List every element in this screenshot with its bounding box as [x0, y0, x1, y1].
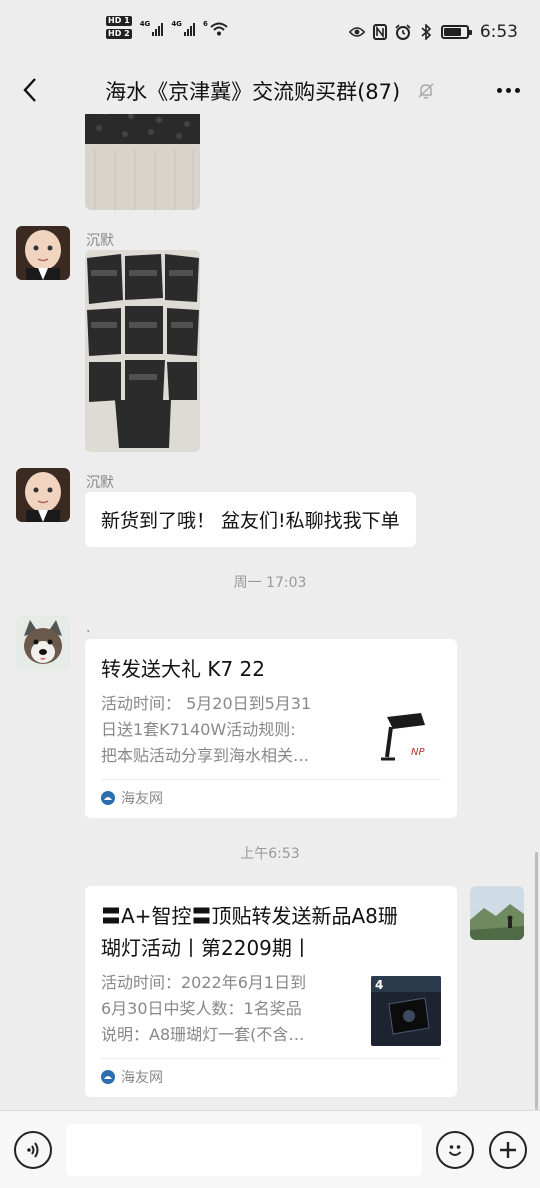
card-title-line: 瑚灯活动丨第2209期丨: [101, 936, 312, 960]
link-card[interactable]: 〓A+智控〓顶贴转发送新品A8珊 瑚灯活动丨第2209期丨 活动时间：2022年…: [85, 886, 457, 1097]
mountain-avatar-icon: [470, 886, 524, 940]
bluetooth-icon: [418, 24, 434, 40]
status-bar: HD 1 HD 2 4G 4G 6 6:53: [0, 0, 540, 66]
avatar[interactable]: [16, 226, 70, 280]
sender-name: 沉默: [86, 233, 114, 249]
chat-messages[interactable]: 沉默 沉默 新货到了哦！ 盆友们!私聊找我下单 周一 17:03 . 转发送大礼…: [0, 114, 540, 1110]
plus-icon[interactable]: [489, 1131, 527, 1169]
card-title-line: 〓A+智控〓顶贴转发送新品A8珊: [101, 904, 398, 928]
message-input[interactable]: [66, 1124, 422, 1176]
input-bar: [0, 1110, 540, 1188]
status-time: 6:53: [479, 22, 518, 42]
card-desc-line: 6月30日中奖人数：1名奖品: [101, 999, 302, 1018]
more-dots-icon[interactable]: [492, 74, 524, 106]
wifi-icon: 6: [203, 20, 228, 36]
lamp-thumbnail-icon: NP: [371, 697, 441, 767]
card-desc-line: 活动时间：2022年6月1日到: [101, 973, 307, 992]
alarm-icon: [395, 24, 411, 40]
avatar[interactable]: [16, 616, 70, 670]
hd-badge-1: HD 1: [106, 16, 132, 26]
gravel-photo: [85, 114, 200, 210]
timestamp: 周一 17:03: [233, 575, 307, 591]
husky-avatar-icon: [16, 616, 70, 670]
haiyou-source-icon: [101, 791, 115, 805]
chat-header: 海水《京津冀》交流购买群(87): [0, 66, 540, 114]
link-card[interactable]: 转发送大礼 K7 22 活动时间： 5月20日到5月31 日送1套K7140W活…: [85, 639, 457, 818]
avatar[interactable]: [470, 886, 524, 940]
card-description: 活动时间： 5月20日到5月31 日送1套K7140W活动规则: 把本贴活动分享…: [101, 691, 355, 769]
sender-name: 沉默: [86, 475, 114, 491]
svg-text:4: 4: [375, 978, 383, 992]
chat-title-container[interactable]: 海水《京津冀》交流购买群(87): [60, 76, 480, 106]
card-title: 转发送大礼 K7 22: [101, 657, 266, 681]
signal-icon: 4G: [140, 20, 164, 36]
card-source: 海友网: [85, 780, 457, 818]
network-label-3: 6: [202, 19, 208, 28]
hd-badge-2: HD 2: [106, 29, 132, 39]
card-desc-line: 日送1套K7140W活动规则:: [101, 720, 296, 739]
baby-avatar-icon: [16, 226, 70, 280]
avatar[interactable]: [16, 468, 70, 522]
image-message-2[interactable]: [85, 250, 200, 452]
baby-avatar-icon: [16, 468, 70, 522]
card-desc-line: 说明：A8珊瑚灯一套(不含…: [101, 1025, 305, 1044]
card-body: 活动时间： 5月20日到5月31 日送1套K7140W活动规则: 把本贴活动分享…: [85, 685, 457, 779]
bell-off-icon: [417, 81, 435, 105]
card-description: 活动时间：2022年6月1日到 6月30日中奖人数：1名奖品 说明：A8珊瑚灯一…: [101, 970, 355, 1048]
svg-text:NP: NP: [411, 747, 425, 758]
card-source: 海友网: [85, 1059, 457, 1097]
back-arrow-icon[interactable]: [14, 74, 46, 106]
card-title: 〓A+智控〓顶贴转发送新品A8珊 瑚灯活动丨第2209期丨: [85, 886, 457, 964]
sender-name: .: [86, 620, 91, 636]
chat-title: 海水《京津冀》交流购买群(87): [105, 80, 401, 104]
card-desc-line: 把本贴活动分享到海水相关…: [101, 746, 310, 765]
haiyou-source-icon: [101, 1070, 115, 1084]
text-message[interactable]: 新货到了哦！ 盆友们!私聊找我下单: [85, 492, 416, 547]
timestamp: 上午6:53: [240, 846, 300, 862]
hd-badges: HD 1 HD 2: [106, 16, 132, 39]
eye-icon: [348, 24, 365, 40]
battery-icon: [440, 25, 472, 39]
scrollbar[interactable]: [535, 852, 538, 1110]
emoji-icon[interactable]: [436, 1131, 474, 1169]
voice-icon[interactable]: [14, 1131, 52, 1169]
card-desc-line: 活动时间： 5月20日到5月31: [101, 694, 312, 713]
network-label-1: 4G: [139, 19, 151, 28]
gravel-bags-photo: [85, 250, 200, 452]
image-message-1[interactable]: [85, 114, 200, 210]
network-label-2: 4G: [171, 19, 182, 28]
nfc-icon: [372, 24, 388, 40]
card-source-label: 海友网: [121, 1070, 163, 1086]
card-source-label: 海友网: [121, 791, 163, 807]
a8-light-thumbnail-icon: 4: [371, 976, 441, 1046]
network-indicators: HD 1 HD 2 4G 4G 6: [106, 16, 228, 39]
system-icons: 6:53: [348, 22, 518, 42]
card-body: 活动时间：2022年6月1日到 6月30日中奖人数：1名奖品 说明：A8珊瑚灯一…: [85, 964, 457, 1058]
signal-icon-2: 4G: [171, 20, 195, 36]
